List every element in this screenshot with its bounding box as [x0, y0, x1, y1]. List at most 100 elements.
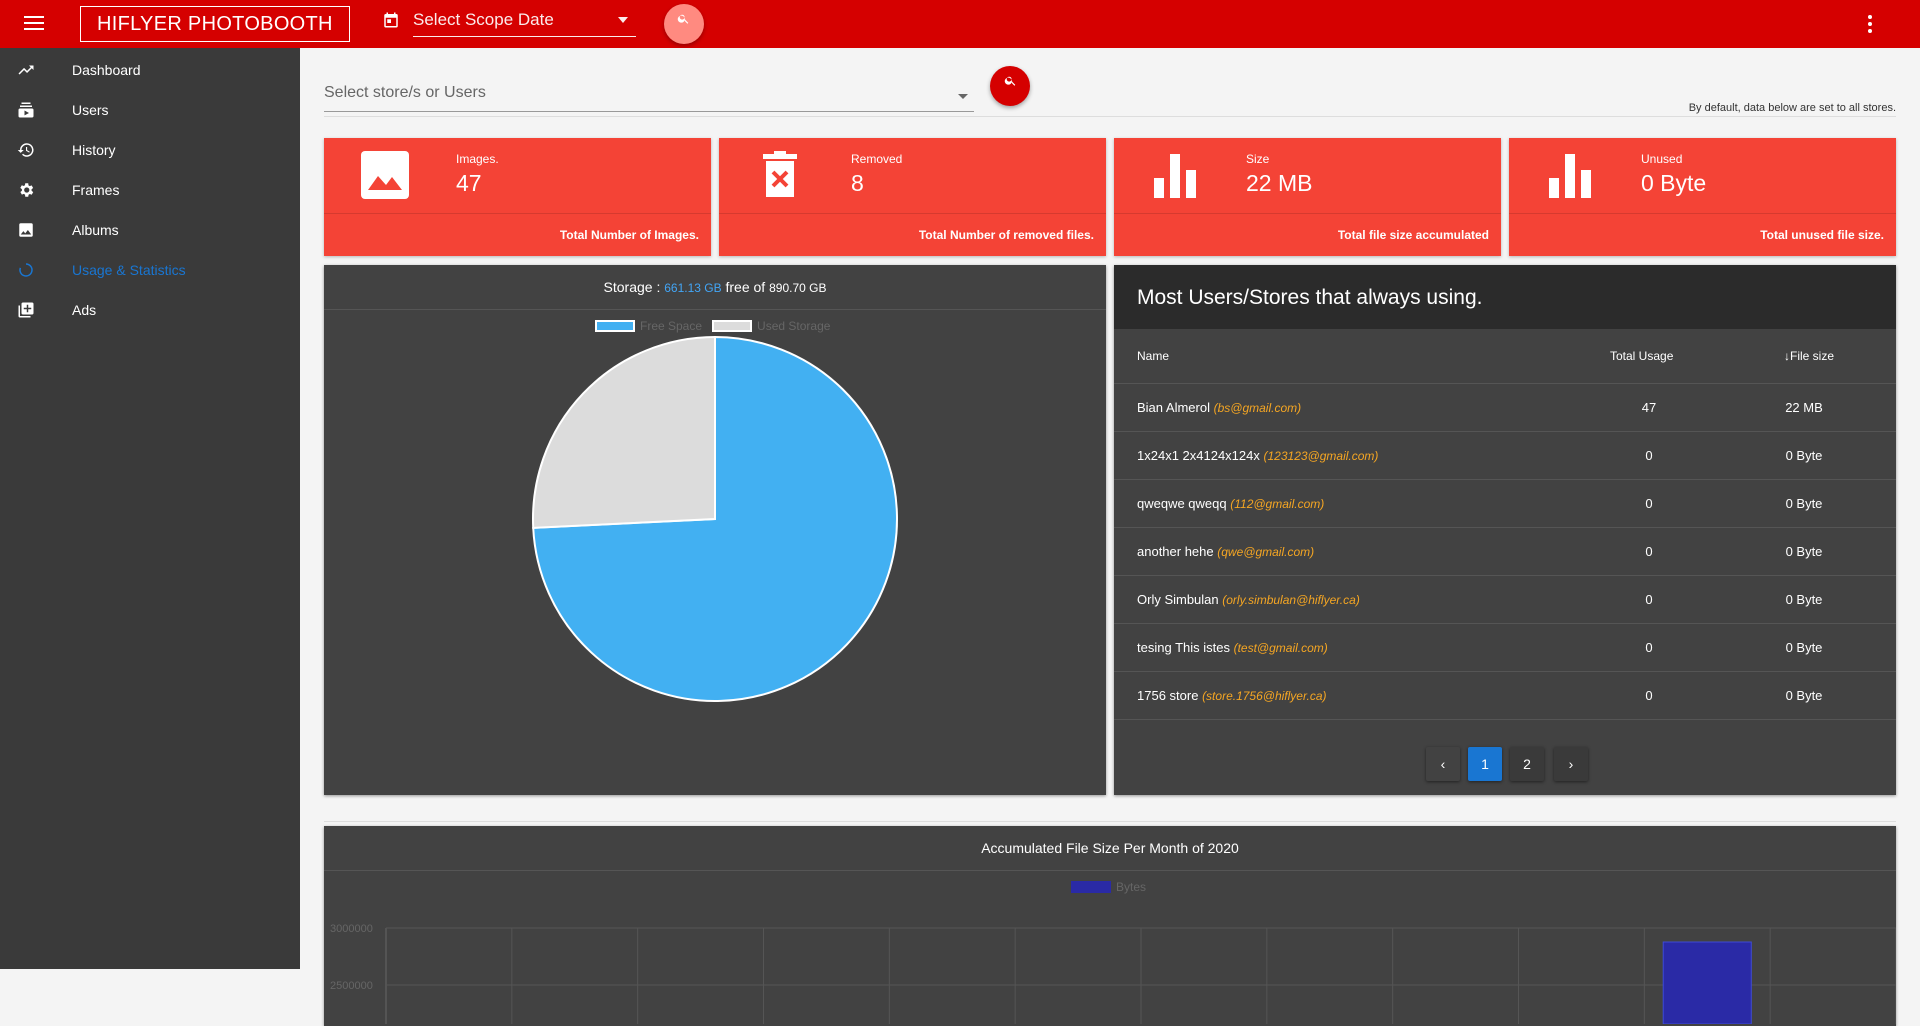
card-footer: Total Number of Images.	[559, 228, 699, 242]
chevron-down-icon	[958, 94, 968, 99]
legend-label[interactable]: Free Space	[640, 319, 702, 333]
card-divider	[1114, 213, 1501, 214]
trash-icon	[763, 151, 797, 197]
sidebar-item-label: Usage & Statistics	[72, 262, 186, 278]
card-value: 0 Byte	[1641, 170, 1707, 196]
total-usage-cell: 0	[1645, 448, 1653, 463]
image-icon	[361, 151, 409, 199]
store-search-button[interactable]	[990, 66, 1030, 106]
page-button-1[interactable]: 1	[1468, 747, 1502, 781]
total-usage-cell: 47	[1641, 400, 1657, 415]
images-card: Images. 47 Total Number of Images.	[324, 138, 711, 256]
user-name: another hehe	[1137, 544, 1214, 559]
card-title: Removed	[851, 152, 903, 166]
search-button[interactable]	[664, 4, 704, 44]
sidebar-item-ads[interactable]: Ads	[0, 290, 300, 330]
card-title: Images.	[456, 152, 499, 166]
legend-swatch	[595, 320, 635, 332]
user-name-cell: Bian Almerol (bs@gmail.com)	[1137, 400, 1301, 415]
y-tick-label: 2500000	[330, 980, 373, 992]
card-divider	[719, 213, 1106, 214]
page-button-2[interactable]: 2	[1510, 747, 1544, 781]
top-users-panel: Most Users/Stores that always using. Nam…	[1114, 265, 1896, 795]
sidebar-item-frames[interactable]: Frames	[0, 170, 300, 210]
storage-free-value: 661.13 GB	[664, 281, 722, 295]
card-value: 47	[456, 170, 482, 196]
sidebar: Dashboard Users History Frames Albums Us…	[0, 48, 300, 969]
card-title: Size	[1246, 152, 1270, 166]
search-icon	[1004, 76, 1016, 86]
sidebar-item-albums[interactable]: Albums	[0, 210, 300, 250]
sidebar-item-usage-statistics[interactable]: Usage & Statistics	[0, 250, 300, 290]
sidebar-item-dashboard[interactable]: Dashboard	[0, 50, 300, 90]
user-name-cell: qweqwe qweqq (112@gmail.com)	[1137, 496, 1324, 511]
total-usage-cell: 0	[1645, 688, 1653, 703]
sidebar-item-label: Dashboard	[72, 62, 141, 78]
chevron-left-icon: ‹	[1440, 756, 1446, 772]
total-usage-cell: 0	[1645, 544, 1653, 559]
user-name: 1756 store	[1137, 688, 1199, 703]
user-name-cell: tesing This istes (test@gmail.com)	[1137, 640, 1328, 655]
brand-title[interactable]: HIFLYER PHOTOBOOTH	[80, 6, 350, 42]
monthly-filesize-panel: Accumulated File Size Per Month of 2020 …	[324, 826, 1896, 1026]
storage-prefix: Storage :	[603, 279, 661, 295]
total-usage-cell: 0	[1645, 496, 1653, 511]
pie-slice-used-storage[interactable]	[532, 335, 716, 529]
unused-card: Unused 0 Byte Total unused file size.	[1509, 138, 1896, 256]
legend-label[interactable]: Used Storage	[757, 319, 830, 333]
card-footer: Total Number of removed files.	[918, 228, 1094, 242]
sidebar-item-history[interactable]: History	[0, 130, 300, 170]
next-page-button[interactable]: ›	[1554, 747, 1588, 781]
user-name: Bian Almerol	[1137, 400, 1210, 415]
sidebar-item-label: Albums	[72, 222, 119, 238]
user-email: (orly.simbulan@hiflyer.ca)	[1222, 593, 1360, 607]
divider	[1114, 719, 1896, 720]
chevron-down-icon	[618, 17, 628, 23]
table-row[interactable]: Bian Almerol (bs@gmail.com) 47 22 MB	[1114, 383, 1896, 431]
user-email: (bs@gmail.com)	[1213, 401, 1302, 415]
top-app-bar: HIFLYER PHOTOBOOTH Select Scope Date	[0, 0, 1920, 48]
storage-mid: free of	[725, 279, 766, 295]
column-header-total-usage[interactable]: Total Usage	[1610, 349, 1673, 363]
card-footer: Total file size accumulated	[1337, 228, 1489, 242]
sidebar-item-users[interactable]: Users	[0, 90, 300, 130]
prev-page-button[interactable]: ‹	[1426, 747, 1460, 781]
scope-date-select[interactable]: Select Scope Date	[413, 7, 636, 37]
file-size-cell: 0 Byte	[1785, 544, 1823, 559]
divider	[324, 870, 1896, 871]
table-row[interactable]: tesing This istes (test@gmail.com) 0 0 Byt…	[1114, 623, 1896, 671]
history-icon	[17, 143, 34, 157]
user-name-cell: Orly Simbulan (orly.simbulan@hiflyer.ca)	[1137, 592, 1360, 607]
table-row[interactable]: Orly Simbulan (orly.simbulan@hiflyer.ca)…	[1114, 575, 1896, 623]
column-header-name[interactable]: Name	[1137, 349, 1169, 363]
file-size-cell: 0 Byte	[1785, 592, 1823, 607]
table-row[interactable]: another hehe (qwe@gmail.com) 0 0 Byte	[1114, 527, 1896, 575]
user-name-cell: 1756 store (store.1756@hiflyer.ca)	[1137, 688, 1327, 703]
legend-swatch	[712, 320, 753, 332]
chevron-right-icon: ›	[1568, 756, 1574, 772]
user-email: (qwe@gmail.com)	[1217, 545, 1315, 559]
menu-icon[interactable]	[24, 16, 44, 32]
column-header-file-size[interactable]: ↓File size	[1784, 349, 1834, 363]
card-value: 22 MB	[1246, 170, 1313, 196]
store-select-placeholder: Select store/s or Users	[324, 84, 486, 101]
bar-month[interactable]	[1662, 941, 1752, 1024]
bar-chart-icon	[1549, 154, 1591, 198]
more-vert-icon[interactable]	[1868, 15, 1872, 33]
loading-circle-icon	[19, 263, 33, 277]
store-user-select[interactable]: Select store/s or Users	[324, 80, 974, 112]
table-row[interactable]: 1x24x1 2x4124x124x (123123@gmail.com) 0 0 …	[1114, 431, 1896, 479]
table-row[interactable]: 1756 store (store.1756@hiflyer.ca) 0 0 Byt…	[1114, 671, 1896, 719]
storage-title: Storage : 661.13 GB free of 890.70 GB	[324, 279, 1106, 295]
main-content: Select store/s or Users By default, data…	[300, 48, 1920, 1026]
sidebar-item-label: History	[72, 142, 116, 158]
card-value: 8	[851, 170, 864, 196]
default-scope-note: By default, data below are set to all st…	[1688, 102, 1896, 114]
user-email: (112@gmail.com)	[1230, 497, 1325, 511]
total-usage-cell: 0	[1645, 640, 1653, 655]
table-row[interactable]: qweqwe qweqq (112@gmail.com) 0 0 Byte	[1114, 479, 1896, 527]
file-size-label: File size	[1790, 349, 1835, 363]
legend-label[interactable]: Bytes	[1116, 880, 1146, 894]
storage-pie-chart	[532, 335, 898, 702]
divider	[324, 821, 1896, 822]
